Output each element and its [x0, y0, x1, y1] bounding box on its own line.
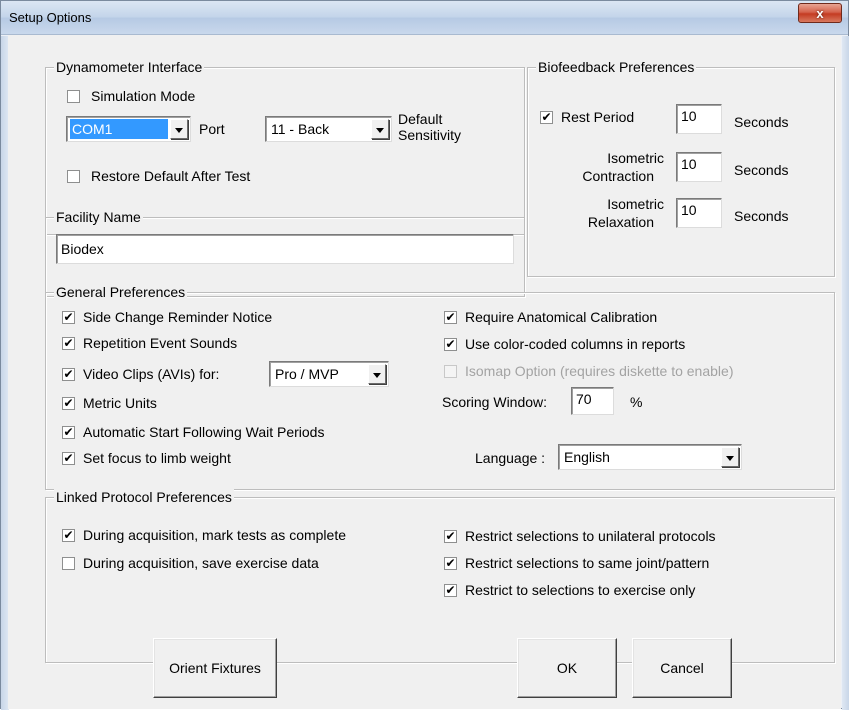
mark-complete-label: During acquisition, mark tests as comple…	[83, 527, 346, 543]
metric-units-checkbox[interactable]: ✔	[62, 397, 75, 410]
side-change-checkbox[interactable]: ✔	[62, 311, 75, 324]
metric-units-label: Metric Units	[83, 395, 157, 411]
rest-period-input[interactable]: 10	[676, 104, 722, 134]
chevron-down-icon[interactable]	[368, 364, 386, 384]
group-legend: Dynamometer Interface	[54, 59, 205, 75]
default-sensitivity-select[interactable]: 11 - Back	[265, 116, 392, 142]
restrict-joint-checkbox[interactable]: ✔	[444, 557, 457, 570]
scoring-window-unit: %	[630, 394, 643, 410]
isometric-relaxation-label-line1: Isometric	[607, 196, 664, 212]
scoring-window-input[interactable]: 70	[571, 387, 614, 415]
port-select-value: COM1	[70, 119, 168, 139]
isometric-relaxation-label-line2: Relaxation	[587, 214, 654, 230]
repetition-sounds-label: Repetition Event Sounds	[83, 335, 238, 351]
chevron-down-icon[interactable]	[721, 447, 739, 467]
check-mark-icon: ✔	[63, 396, 74, 410]
restrict-exercise-label: Restrict to selections to exercise only	[465, 582, 696, 598]
title-bar[interactable]: Setup Options x	[1, 1, 848, 35]
isometric-contraction-input[interactable]: 10	[676, 152, 722, 182]
simulation-mode-checkbox[interactable]	[67, 90, 80, 103]
restrict-joint-label: Restrict selections to same joint/patter…	[465, 555, 710, 571]
check-mark-icon: ✔	[541, 110, 552, 124]
video-clips-label: Video Clips (AVIs) for:	[83, 366, 220, 382]
set-focus-checkbox[interactable]: ✔	[62, 452, 75, 465]
default-sensitivity-label-line2: Sensitivity	[398, 127, 462, 143]
window-right-border	[842, 36, 849, 710]
cancel-button[interactable]: Cancel	[632, 638, 732, 698]
language-label: Language :	[475, 450, 546, 466]
check-mark-icon: ✔	[63, 425, 74, 439]
isometric-contraction-unit: Seconds	[734, 162, 789, 178]
rest-period-label: Rest Period	[561, 109, 635, 125]
restrict-unilateral-label: Restrict selections to unilateral protoc…	[465, 528, 716, 544]
group-legend: General Preferences	[54, 284, 188, 300]
isomap-option-checkbox[interactable]	[444, 365, 457, 378]
group-legend: Facility Name	[54, 209, 143, 225]
close-icon: x	[816, 5, 824, 21]
language-select[interactable]: English	[558, 444, 742, 470]
save-exercise-checkbox[interactable]	[62, 557, 75, 570]
check-mark-icon: ✔	[445, 583, 456, 597]
restrict-unilateral-checkbox[interactable]: ✔	[444, 530, 457, 543]
check-mark-icon: ✔	[63, 336, 74, 350]
video-clips-select[interactable]: Pro / MVP	[269, 361, 389, 387]
isometric-relaxation-unit: Seconds	[734, 208, 789, 224]
side-change-label: Side Change Reminder Notice	[83, 309, 273, 325]
require-calibration-label: Require Anatomical Calibration	[465, 309, 658, 325]
check-mark-icon: ✔	[445, 556, 456, 570]
video-clips-select-value: Pro / MVP	[275, 366, 339, 382]
orient-fixtures-button[interactable]: Orient Fixtures	[153, 638, 277, 698]
isomap-option-label: Isomap Option (requires diskette to enab…	[465, 363, 734, 379]
color-coded-label: Use color-coded columns in reports	[465, 336, 686, 352]
dialog-client-area: Dynamometer Interface Simulation Mode CO…	[8, 35, 841, 709]
isometric-contraction-label-line2: Contraction	[582, 168, 654, 184]
default-sensitivity-label-line1: Default	[398, 111, 443, 127]
require-calibration-checkbox[interactable]: ✔	[444, 311, 457, 324]
restore-default-label: Restore Default After Test	[91, 168, 251, 184]
check-mark-icon: ✔	[445, 529, 456, 543]
rest-period-checkbox[interactable]: ✔	[540, 111, 553, 124]
isometric-contraction-label-line1: Isometric	[607, 150, 664, 166]
auto-start-checkbox[interactable]: ✔	[62, 426, 75, 439]
port-label: Port	[199, 121, 225, 137]
repetition-sounds-checkbox[interactable]: ✔	[62, 337, 75, 350]
group-legend: Biofeedback Preferences	[536, 59, 697, 75]
restore-default-checkbox[interactable]	[67, 170, 80, 183]
isometric-relaxation-input[interactable]: 10	[676, 198, 722, 228]
check-mark-icon: ✔	[445, 337, 456, 351]
save-exercise-label: During acquisition, save exercise data	[83, 555, 319, 571]
close-button[interactable]: x	[798, 3, 842, 23]
chevron-down-icon[interactable]	[371, 119, 389, 139]
check-mark-icon: ✔	[63, 528, 74, 542]
general-preferences-group: General Preferences ✔ Side Change Remind…	[45, 284, 835, 490]
port-select[interactable]: COM1	[66, 116, 191, 142]
check-mark-icon: ✔	[63, 310, 74, 324]
auto-start-label: Automatic Start Following Wait Periods	[83, 424, 325, 440]
facility-name-input[interactable]: Biodex	[56, 234, 514, 264]
rest-period-unit: Seconds	[734, 114, 789, 130]
color-coded-checkbox[interactable]: ✔	[444, 338, 457, 351]
check-mark-icon: ✔	[63, 451, 74, 465]
restrict-exercise-checkbox[interactable]: ✔	[444, 584, 457, 597]
sensitivity-select-value: 11 - Back	[271, 121, 330, 137]
set-focus-label: Set focus to limb weight	[83, 450, 231, 466]
mark-complete-checkbox[interactable]: ✔	[62, 529, 75, 542]
biofeedback-preferences-group: Biofeedback Preferences ✔ Rest Period 10…	[527, 59, 835, 277]
window-title: Setup Options	[9, 10, 92, 25]
video-clips-checkbox[interactable]: ✔	[62, 368, 75, 381]
ok-button[interactable]: OK	[517, 638, 617, 698]
group-legend: Linked Protocol Preferences	[54, 489, 234, 505]
language-select-value: English	[564, 449, 610, 465]
scoring-window-label: Scoring Window:	[442, 394, 548, 410]
chevron-down-icon[interactable]	[170, 119, 188, 139]
check-mark-icon: ✔	[63, 367, 74, 381]
simulation-mode-label: Simulation Mode	[91, 88, 196, 104]
check-mark-icon: ✔	[445, 310, 456, 324]
